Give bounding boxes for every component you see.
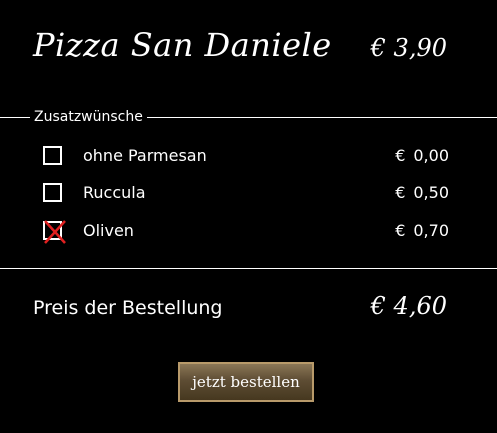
product-title: Pizza San Daniele bbox=[33, 26, 332, 64]
order-button[interactable]: jetzt bestellen bbox=[178, 362, 314, 402]
option-price: €0,50 bbox=[395, 183, 449, 202]
option-price: €0,00 bbox=[395, 146, 449, 165]
product-price: € 3,90 bbox=[370, 34, 447, 62]
option-price: €0,70 bbox=[395, 221, 449, 240]
option-checkbox-ruccula[interactable] bbox=[43, 183, 62, 202]
checkmark-x-icon bbox=[44, 220, 66, 244]
option-checkbox-oliven[interactable] bbox=[43, 220, 66, 244]
total-price: € 4,60 bbox=[370, 292, 447, 320]
option-row-ohne-parmesan[interactable]: ohne Parmesan €0,00 bbox=[0, 142, 497, 172]
option-label: Ruccula bbox=[83, 183, 146, 202]
option-label: ohne Parmesan bbox=[83, 146, 207, 165]
total-label: Preis der Bestellung bbox=[33, 297, 223, 319]
option-row-oliven[interactable]: Oliven €0,70 bbox=[0, 217, 497, 247]
extras-legend: Zusatzwünsche bbox=[30, 108, 147, 126]
option-label: Oliven bbox=[83, 221, 134, 240]
option-row-ruccula[interactable]: Ruccula €0,50 bbox=[0, 179, 497, 209]
option-checkbox-ohne-parmesan[interactable] bbox=[43, 146, 62, 165]
extras-group: Zusatzwünsche ohne Parmesan €0,00 Ruccul… bbox=[0, 108, 497, 269]
